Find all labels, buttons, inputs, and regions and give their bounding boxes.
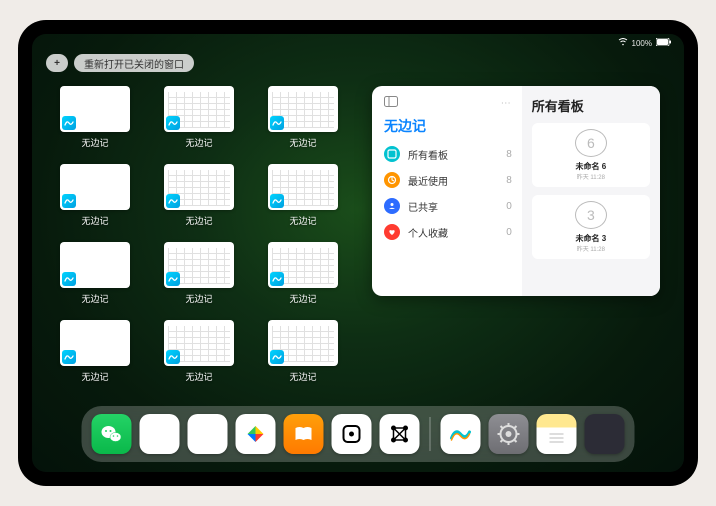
wechat-app-icon[interactable] <box>92 414 132 454</box>
window-thumbnail[interactable]: 无边记 <box>264 320 342 384</box>
graph-app-icon[interactable] <box>380 414 420 454</box>
battery-icon <box>656 38 672 48</box>
sidebar-item-count: 8 <box>506 175 512 186</box>
window-label: 无边记 <box>289 370 316 383</box>
sidebar-item[interactable]: 所有看板 8 <box>384 146 512 162</box>
freeform-app-icon <box>62 116 76 130</box>
freeform-app-icon <box>166 194 180 208</box>
freeform-app-icon <box>166 272 180 286</box>
board-name: 未命名 3 <box>576 233 607 244</box>
books-app-icon[interactable] <box>284 414 324 454</box>
top-controls: + 重新打开已关闭的窗口 <box>46 54 194 72</box>
window-label: 无边记 <box>289 136 316 149</box>
dock-separator <box>430 417 431 451</box>
orange-icon <box>384 172 400 188</box>
window-thumbnail[interactable]: 无边记 <box>160 164 238 228</box>
freeform-app-icon <box>270 194 284 208</box>
freeform-app-icon <box>166 116 180 130</box>
blue-icon <box>384 198 400 214</box>
window-label: 无边记 <box>81 214 108 227</box>
freeform-app-icon <box>270 116 284 130</box>
sidebar-item[interactable]: 已共享 0 <box>384 198 512 214</box>
board-subtitle: 昨天 11:28 <box>577 244 605 253</box>
window-thumbnail[interactable]: 无边记 <box>264 86 342 150</box>
freeform-panel[interactable]: ⋯ 无边记 所有看板8最近使用8已共享0个人收藏0 所有看板 6未命名 6昨天 … <box>372 86 660 296</box>
sidebar-item-label: 最近使用 <box>408 173 448 188</box>
sidebar-item[interactable]: 最近使用 8 <box>384 172 512 188</box>
board-glyph: 6 <box>575 129 607 157</box>
sidebar-item-label: 所有看板 <box>408 147 448 162</box>
freeform-app-icon <box>62 350 76 364</box>
freeform-app-icon <box>166 350 180 364</box>
board-glyph: 3 <box>575 201 607 229</box>
window-label: 无边记 <box>81 136 108 149</box>
sidebar-item-count: 0 <box>506 201 512 212</box>
panel-right-title: 所有看板 <box>532 96 650 115</box>
notes-app-icon[interactable] <box>537 414 577 454</box>
sidebar-item-count: 0 <box>506 227 512 238</box>
reopen-closed-window-button[interactable]: 重新打开已关闭的窗口 <box>74 54 194 72</box>
sidebar-item[interactable]: 个人收藏 0 <box>384 224 512 240</box>
window-thumbnail[interactable]: 无边记 <box>56 320 134 384</box>
board-name: 未命名 6 <box>576 161 607 172</box>
quark-app-icon[interactable] <box>188 414 228 454</box>
window-thumbnail[interactable]: 无边记 <box>56 86 134 150</box>
board-card[interactable]: 6 未命名 6昨天 11:28 <box>532 123 650 187</box>
quark-hd-app-icon[interactable] <box>140 414 180 454</box>
screen: 100% + 重新打开已关闭的窗口 无边记无边记无边记无边记无边记无边记无边记无… <box>32 34 684 472</box>
sidebar-item-label: 个人收藏 <box>408 225 448 240</box>
window-thumbnail[interactable]: 无边记 <box>264 242 342 306</box>
freeform-app-icon[interactable] <box>441 414 481 454</box>
windows-grid: 无边记无边记无边记无边记无边记无边记无边记无边记无边记无边记无边记无边记 <box>56 86 342 402</box>
window-thumbnail[interactable]: 无边记 <box>160 320 238 384</box>
window-label: 无边记 <box>185 292 212 305</box>
freeform-app-icon <box>62 272 76 286</box>
dice-app-icon[interactable] <box>332 414 372 454</box>
red-icon <box>384 224 400 240</box>
settings-app-icon[interactable] <box>489 414 529 454</box>
board-card[interactable]: 3 未命名 3昨天 11:28 <box>532 195 650 259</box>
freeform-app-icon <box>62 194 76 208</box>
freeform-app-icon <box>270 272 284 286</box>
sidebar-item-count: 8 <box>506 149 512 160</box>
sidebar-toggle-icon[interactable] <box>384 96 398 110</box>
panel-title: 无边记 <box>384 116 512 136</box>
board-subtitle: 昨天 11:28 <box>577 172 605 181</box>
window-thumbnail[interactable]: 无边记 <box>160 86 238 150</box>
play-app-icon[interactable] <box>236 414 276 454</box>
window-label: 无边记 <box>185 370 212 383</box>
app-library-app-icon[interactable] <box>585 414 625 454</box>
window-thumbnail[interactable]: 无边记 <box>160 242 238 306</box>
content-area: 无边记无边记无边记无边记无边记无边记无边记无边记无边记无边记无边记无边记 ⋯ 无… <box>56 86 660 402</box>
window-label: 无边记 <box>185 214 212 227</box>
dock <box>82 406 635 462</box>
window-label: 无边记 <box>81 292 108 305</box>
window-label: 无边记 <box>185 136 212 149</box>
panel-sidebar: ⋯ 无边记 所有看板 8 最近使用 8 已共享 0 个人收藏 0 <box>372 86 522 296</box>
battery-text: 100% <box>632 39 652 48</box>
window-label: 无边记 <box>81 370 108 383</box>
status-bar: 100% <box>618 38 672 48</box>
boards-list: 6未命名 6昨天 11:283未命名 3昨天 11:28 <box>532 123 650 267</box>
window-label: 无边记 <box>289 292 316 305</box>
window-thumbnail[interactable]: 无边记 <box>56 242 134 306</box>
window-label: 无边记 <box>289 214 316 227</box>
cyan-icon <box>384 146 400 162</box>
sidebar-list: 所有看板 8 最近使用 8 已共享 0 个人收藏 0 <box>384 146 512 240</box>
sidebar-item-label: 已共享 <box>408 199 438 214</box>
window-thumbnail[interactable]: 无边记 <box>56 164 134 228</box>
panel-main: 所有看板 6未命名 6昨天 11:283未命名 3昨天 11:28 <box>522 86 660 296</box>
freeform-app-icon <box>270 350 284 364</box>
window-thumbnail[interactable]: 无边记 <box>264 164 342 228</box>
ipad-frame: 100% + 重新打开已关闭的窗口 无边记无边记无边记无边记无边记无边记无边记无… <box>18 20 698 486</box>
more-icon[interactable]: ⋯ <box>501 98 512 109</box>
wifi-icon <box>618 38 628 48</box>
add-button[interactable]: + <box>46 54 68 72</box>
